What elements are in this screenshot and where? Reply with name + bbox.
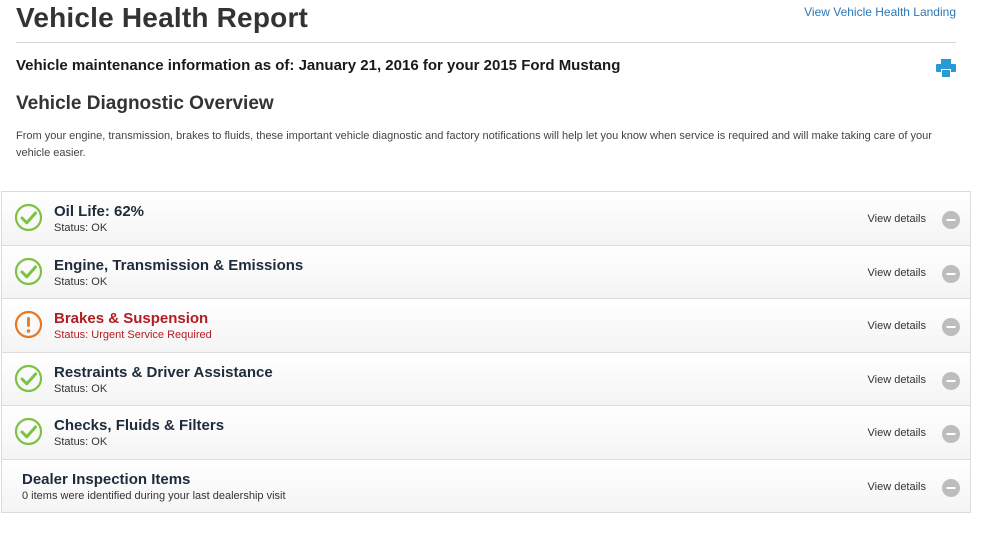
row-text: Dealer Inspection Items 0 items were ide… [22,470,286,503]
row-status: Status: OK [54,436,108,448]
diagnostic-row-oil-life[interactable]: Oil Life: 62% Status: OK View details [2,192,970,246]
check-circle-icon [14,203,43,232]
title-divider [16,42,956,43]
diagnostic-row-engine[interactable]: Engine, Transmission & Emissions Status:… [2,245,970,299]
row-name: Checks, Fluids & Filters [54,417,225,434]
row-status: Status: OK [54,275,108,288]
chevron-down-icon[interactable] [942,371,960,390]
view-details-link[interactable]: View details [868,213,927,225]
diagnostic-row-dealer-inspection[interactable]: Dealer Inspection Items 0 items were ide… [2,459,970,513]
view-vehicle-health-landing-link[interactable]: View Vehicle Health Landing [804,5,956,19]
page-title: Vehicle Health Report [16,2,309,33]
diagnostic-row-fluids[interactable]: Checks, Fluids & Filters Status: OK View… [2,406,970,460]
diagnostic-overview-intro: From your engine, transmission, brakes t… [16,130,932,159]
chevron-down-icon[interactable] [942,211,960,229]
row-text: Engine, Transmission & Emissions Status:… [54,256,303,289]
view-details-link[interactable]: View details [868,267,927,279]
diagnostic-list: Oil Life: 62% Status: OK View details En… [1,191,971,513]
row-text: Checks, Fluids & Filters Status: OK [54,416,224,449]
view-details-link[interactable]: View details [868,320,927,332]
row-name: Oil Life: 62% [54,203,145,220]
view-details-link[interactable]: View details [868,374,927,386]
row-name: Engine, Transmission & Emissions [54,256,304,274]
check-circle-icon [14,257,43,285]
alert-circle-icon [14,310,43,339]
row-name: Restraints & Driver Assistance [54,363,273,381]
diagnostic-row-brakes[interactable]: Brakes & Suspension Status: Urgent Servi… [2,299,970,353]
chevron-down-icon[interactable] [942,318,960,336]
printer-icon[interactable] [936,59,956,77]
chevron-down-icon[interactable] [942,264,960,283]
row-text: Restraints & Driver Assistance Status: O… [54,363,273,396]
row-name: Brakes & Suspension [54,310,209,327]
check-circle-icon [14,417,43,446]
diagnostic-row-restraints[interactable]: Restraints & Driver Assistance Status: O… [2,352,970,406]
row-text: Oil Life: 62% Status: OK [54,202,144,235]
row-status: 0 items were identified during your last… [22,489,286,502]
row-status: Status: OK [54,222,108,234]
row-status: Status: OK [54,382,108,395]
check-circle-icon [14,364,43,392]
row-status: Status: Urgent Service Required [54,329,212,341]
chevron-down-icon[interactable] [942,425,960,443]
diagnostic-overview-title: Vehicle Diagnostic Overview [16,93,274,114]
row-name: Dealer Inspection Items [22,470,191,488]
view-details-link[interactable]: View details [868,481,927,493]
view-details-link[interactable]: View details [868,427,927,439]
row-text: Brakes & Suspension Status: Urgent Servi… [54,309,212,342]
chevron-down-icon[interactable] [942,478,960,497]
maintenance-info-line: Vehicle maintenance information as of: J… [16,57,621,74]
